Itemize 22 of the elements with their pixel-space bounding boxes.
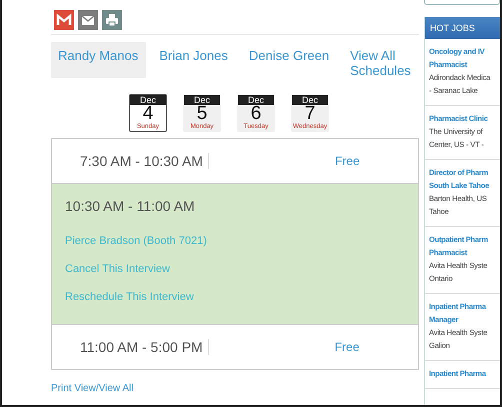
day-number: 5 [196, 105, 208, 123]
view-all-link[interactable]: View All Schedules [343, 42, 410, 78]
person-tab[interactable]: Brian Jones [152, 42, 236, 78]
day-number: 7 [304, 105, 316, 123]
month-label: Dec [292, 95, 328, 105]
day-number: 4 [142, 105, 154, 123]
printer-icon[interactable] [102, 10, 122, 30]
free-status: Free [334, 154, 360, 168]
time-range: 10:30 AM - 11:00 AM [65, 198, 195, 214]
month-label: Dec [238, 95, 274, 105]
time-range: 7:30 AM - 10:30 AM [52, 153, 209, 169]
month-label: Dec [130, 95, 166, 105]
hot-jobs-header: HOT JOBS [425, 17, 500, 39]
person-tab[interactable]: Denise Green [242, 42, 338, 78]
mail-m-icon[interactable] [54, 10, 74, 30]
time-range: 11:00 AM - 5:00 PM [52, 339, 209, 355]
free-status: Free [334, 340, 360, 354]
print-view-link[interactable]: Print View/View All [51, 383, 134, 394]
envelope-icon[interactable] [78, 10, 98, 30]
day-number: 6 [250, 105, 262, 123]
person-tab[interactable]: Randy Manos [51, 42, 146, 78]
month-label: Dec [184, 95, 220, 105]
